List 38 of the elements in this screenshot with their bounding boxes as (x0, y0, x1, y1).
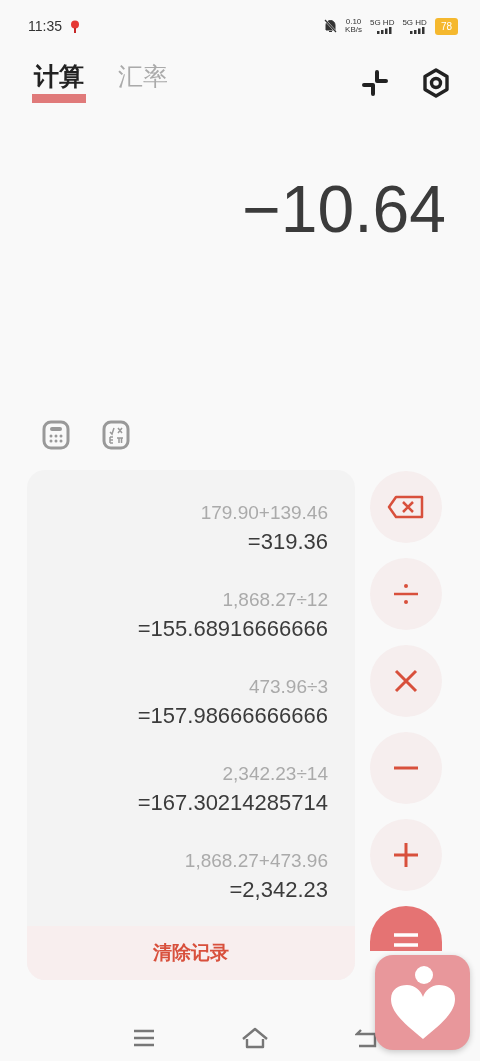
history-result: =167.30214285714 (136, 789, 328, 817)
scientific-mode-icon[interactable] (102, 420, 130, 450)
signal-icon (376, 26, 395, 34)
time: 11:35 (28, 16, 62, 36)
mute-icon (324, 19, 338, 33)
collapse-icon[interactable] (362, 70, 388, 96)
tab[interactable]: 计算 (32, 62, 86, 104)
history-expression: 2,342.23÷14 (221, 762, 328, 786)
equals-key[interactable] (370, 906, 442, 951)
back-icon[interactable] (355, 1028, 377, 1048)
backspace-icon (387, 493, 425, 521)
network-type: 5G HD (402, 18, 427, 27)
history-expression: 1,868.27+473.96 (183, 849, 328, 873)
history-expression: 179.90+139.46 (199, 501, 328, 525)
display-value: −10.64 (242, 172, 446, 246)
history-expression: 1,868.27÷12 (221, 588, 328, 612)
history-expression: 473.96÷3 (247, 675, 328, 699)
history-result: =2,342.23 (228, 876, 328, 904)
settings-icon[interactable] (422, 68, 450, 98)
floating-app-icon[interactable] (375, 955, 470, 1050)
network-speed: 0.10 (345, 18, 362, 26)
minus-icon (392, 766, 420, 770)
menu-icon[interactable] (133, 1029, 155, 1047)
speed-unit: KB/s (345, 26, 362, 34)
network-type: 5G HD (369, 18, 395, 27)
battery-level: 78 (434, 17, 458, 35)
signal-icon (408, 26, 427, 34)
clear-history-button[interactable]: 清除记录 (27, 926, 355, 980)
history-result: =319.36 (246, 528, 328, 556)
tab[interactable]: 汇率 (116, 62, 170, 104)
calculator-icon[interactable] (42, 420, 70, 450)
home-icon[interactable] (241, 1027, 269, 1049)
history-result: =157.98666666666 (136, 702, 328, 730)
location-pin-icon (70, 19, 80, 33)
history-result: =155.68916666666 (136, 615, 328, 643)
multiply-icon (392, 667, 420, 695)
equals-icon (392, 932, 420, 947)
plus-icon (392, 841, 420, 869)
